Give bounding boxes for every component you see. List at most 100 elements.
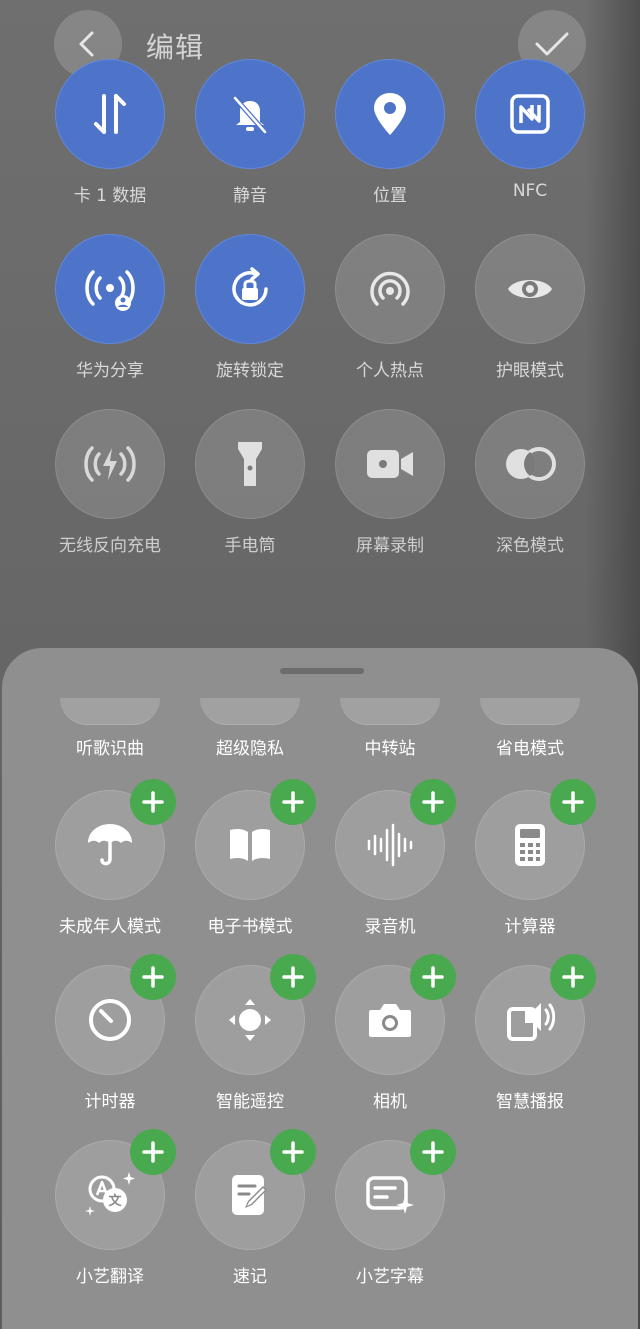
tile-circle[interactable] [335,779,456,900]
wireless-reverse-charge-icon [84,446,136,482]
hotspot-icon [370,271,410,306]
tile-circle[interactable] [195,779,316,900]
tile-huawei-share[interactable]: 华为分享 [40,234,180,381]
tile-label: 智慧播报 [496,1092,564,1112]
tile-label: 录音机 [364,917,416,937]
tile-label: 手电筒 [224,536,276,556]
eye-icon [508,280,552,298]
plus-icon [282,791,304,813]
tile-circle[interactable] [195,59,305,169]
tile-shorthand[interactable]: 速记 [180,1129,320,1287]
book-icon [230,828,270,861]
chevron-left-icon [79,31,94,57]
tile-wireless-reverse-charge[interactable]: 无线反向充电 [40,409,180,556]
note-edit-icon [232,1175,267,1215]
add-button[interactable] [130,954,176,1000]
drag-handle[interactable] [280,668,364,674]
tile-circle[interactable] [195,234,305,344]
add-button[interactable] [410,1129,456,1175]
tile-recorder[interactable]: 录音机 [320,779,460,937]
plus-icon [142,1141,164,1163]
tile-circle[interactable] [475,59,585,169]
tile-timer[interactable]: 计时器 [40,954,180,1112]
tile-circle[interactable] [475,409,585,519]
calculator-icon [515,824,545,866]
tile-circle[interactable] [55,954,176,1075]
tile-circle[interactable] [55,409,165,519]
tile-label: 小艺字幕 [356,1267,424,1287]
tile-label: 屏幕录制 [356,536,424,556]
tile-dark-mode[interactable]: 深色模式 [460,409,600,556]
camera-icon [369,1004,411,1037]
rotation-lock-icon [232,267,268,307]
bell-off-icon [233,96,267,134]
plus-icon [422,966,444,988]
add-button[interactable] [270,1129,316,1175]
tile-smart-remote[interactable]: 智能遥控 [180,954,320,1112]
tile-label: 相机 [373,1092,407,1112]
add-button[interactable] [410,954,456,1000]
tile-label: 静音 [233,186,267,206]
speaker-broadcast-icon [507,1003,555,1041]
screen-record-icon [367,450,413,478]
tile-circle[interactable] [195,954,316,1075]
add-button[interactable] [270,779,316,825]
tile-circle[interactable] [335,59,445,169]
available-tiles-sheet[interactable]: 听歌识曲 超级隐私 中转站 省电模式 未成年人模式 电子书模式 录音机 计算器 … [2,648,638,1329]
tile-rotation-lock[interactable]: 旋转锁定 [180,234,320,381]
tile-circle[interactable] [475,234,585,344]
add-button[interactable] [130,779,176,825]
tile-circle[interactable] [335,234,445,344]
tile-minor-mode[interactable]: 未成年人模式 [40,779,180,937]
tile-circle[interactable] [55,234,165,344]
add-button[interactable] [410,779,456,825]
tile-flashlight[interactable]: 手电筒 [180,409,320,556]
tile-label: 深色模式 [496,536,564,556]
tile-circle[interactable]: 文 [55,1129,176,1250]
nfc-icon [510,94,550,134]
tile-calculator[interactable]: 计算器 [460,779,600,937]
mobile-data-icon [94,94,126,134]
tile-camera[interactable]: 相机 [320,954,460,1112]
tile-label: 超级隐私 [216,739,284,759]
partial-tile[interactable] [200,698,300,725]
tile-ebook-mode[interactable]: 电子书模式 [180,779,320,937]
tile-circle[interactable] [195,409,305,519]
tile-circle[interactable] [55,779,176,900]
tile-label: NFC [512,181,548,201]
checkmark-icon [535,32,569,56]
dark-mode-icon [506,447,556,481]
huawei-share-icon [85,270,135,311]
tile-circle[interactable] [55,59,165,169]
tile-circle[interactable] [335,954,456,1075]
tile-label: 旋转锁定 [216,361,284,381]
tile-mute[interactable]: 静音 [180,59,320,206]
tile-eye-comfort[interactable]: 护眼模式 [460,234,600,381]
tile-screen-record[interactable]: 屏幕录制 [320,409,460,556]
plus-icon [142,791,164,813]
sound-wave-icon [367,823,413,867]
tile-location[interactable]: 位置 [320,59,460,206]
partial-tile[interactable] [60,698,160,725]
tile-circle[interactable] [475,954,596,1075]
tile-translate[interactable]: 文 小艺翻译 [40,1129,180,1287]
tile-circle[interactable] [195,1129,316,1250]
plus-icon [282,1141,304,1163]
tile-circle[interactable] [475,779,596,900]
tile-circle[interactable] [335,409,445,519]
partial-tile[interactable] [340,698,440,725]
add-button[interactable] [130,1129,176,1175]
partial-tile[interactable] [480,698,580,725]
tile-circle[interactable] [335,1129,456,1250]
plus-icon [562,966,584,988]
tile-mobile-data[interactable]: 卡 1 数据 [40,59,180,206]
tile-hotspot[interactable]: 个人热点 [320,234,460,381]
add-button[interactable] [550,954,596,1000]
tile-nfc[interactable]: NFC [460,59,600,201]
tile-label: 位置 [373,186,407,206]
tile-smart-broadcast[interactable]: 智慧播报 [460,954,600,1112]
tile-subtitles[interactable]: 小艺字幕 [320,1129,460,1287]
tile-label: 速记 [233,1267,267,1287]
add-button[interactable] [550,779,596,825]
add-button[interactable] [270,954,316,1000]
